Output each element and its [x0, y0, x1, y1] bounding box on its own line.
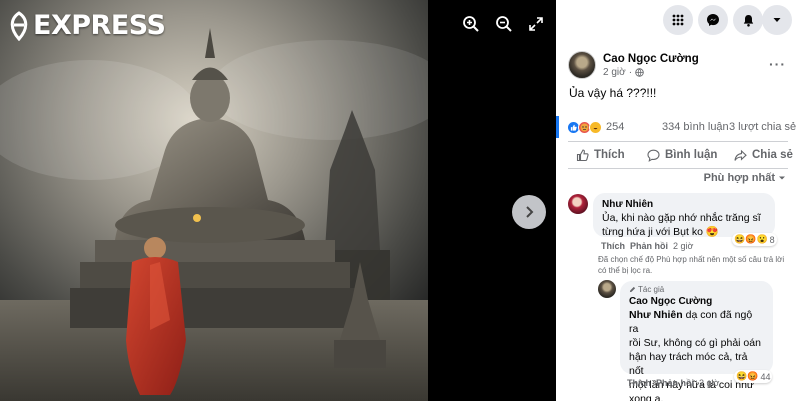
tagged-user[interactable]: Như Nhiên — [629, 309, 683, 321]
express-watermark: EXPRESS — [8, 10, 166, 41]
reply-author-avatar[interactable] — [598, 280, 616, 298]
wow-reaction-icon: 😮 — [756, 234, 768, 244]
reply-bubble: Tác giả Cao Ngọc Cường Như Nhiên dạ con … — [620, 281, 773, 401]
angry-reaction-icon: 😡 — [745, 234, 757, 244]
reply-author-name[interactable]: Cao Ngọc Cường — [629, 295, 764, 308]
author-badge: Tác giả — [629, 284, 764, 295]
grid-menu-icon — [672, 14, 684, 26]
post-actions: Thích Bình luận Chia sẻ — [556, 143, 800, 167]
zoom-out-button[interactable] — [492, 12, 516, 36]
comment-time[interactable]: 2 giờ — [673, 241, 693, 251]
account-button[interactable] — [762, 5, 792, 35]
like-label: Thích — [594, 149, 625, 161]
post-header: Cao Ngọc Cường 2 giờ · — [568, 51, 699, 79]
messenger-button[interactable] — [698, 5, 728, 35]
comment-icon — [647, 149, 660, 162]
sort-label: Phù hợp nhất — [703, 172, 775, 184]
globe-icon — [635, 67, 644, 77]
comment-label: Bình luận — [665, 149, 718, 161]
post-text: Ủa vậy há ???!!! — [569, 86, 657, 100]
thumbs-up-icon — [576, 148, 589, 161]
reply-time[interactable]: 2 giờ — [699, 378, 719, 388]
notice-line: có thể bị lọc ra. — [598, 266, 653, 275]
comment-meta: Thích Phản hồi 2 giờ — [601, 241, 693, 251]
reaction-count[interactable]: 254 — [606, 121, 624, 133]
author-badge-text: Tác giả — [638, 285, 665, 294]
share-button[interactable]: Chia sẻ — [734, 143, 793, 167]
share-count[interactable]: 3 lượt chia sẻ — [729, 121, 796, 133]
dot-separator: · — [628, 66, 633, 78]
author-avatar[interactable] — [568, 51, 596, 79]
accent-bar — [556, 116, 559, 138]
comment-sort-dropdown[interactable]: Phù hợp nhất — [704, 172, 786, 184]
watermark-text: EXPRESS — [33, 10, 166, 41]
angry-reaction-icon: 😡 — [747, 371, 759, 381]
like-button[interactable]: Thích — [576, 143, 625, 167]
express-logo-icon — [10, 10, 28, 41]
reply-meta: Thích Phản hồi 2 giờ — [627, 378, 719, 388]
comment-reply-link[interactable]: Phản hồi — [630, 241, 668, 251]
author-name[interactable]: Cao Ngọc Cường — [603, 52, 699, 66]
chevron-right-icon — [526, 206, 534, 218]
post-photo — [0, 0, 428, 401]
haha-reaction-icon: 😆 — [736, 371, 748, 381]
reply-text-line: Như Nhiên dạ con đã ngộ ra — [629, 309, 753, 335]
divider — [568, 168, 788, 169]
comment-reaction-count: 8 — [769, 234, 775, 245]
zoom-out-icon — [496, 16, 512, 32]
divider — [568, 141, 788, 142]
reaction-icons[interactable] — [567, 120, 602, 134]
messenger-icon — [707, 14, 719, 26]
comment-like-link[interactable]: Thích — [601, 241, 625, 251]
commenter-avatar[interactable] — [568, 194, 588, 214]
comment-reactions[interactable]: 😆 😡 😮 8 — [732, 233, 777, 246]
reply-text-line: rồi Sư, không có gì phải oán — [629, 337, 761, 349]
bell-icon — [743, 14, 753, 27]
photo-viewer: EXPRESS — [0, 0, 556, 401]
reply-like-link[interactable]: Thích — [627, 378, 651, 388]
reply-text-line: xong ạ. — [629, 393, 664, 401]
more-options-icon[interactable]: ··· — [769, 56, 786, 72]
comment-bubble: Như Nhiên Ủa, khi nào gặp nhớ nhắc trăng… — [593, 193, 775, 238]
comment-button[interactable]: Bình luận — [647, 143, 717, 167]
caret-down-icon — [779, 176, 785, 180]
post-timestamp[interactable]: 2 giờ · — [603, 66, 699, 79]
reactions-summary: 254 334 bình luận 3 lượt chia sẻ — [556, 116, 800, 138]
comment-text-line: Ủa, khi nào gặp nhớ nhắc trăng sĩ — [602, 212, 761, 224]
menu-button[interactable] — [663, 5, 693, 35]
haha-reaction-icon: 😆 — [734, 234, 746, 244]
notice-line: Đã chọn chế độ Phù hợp nhất nên một số c… — [598, 255, 785, 264]
commenter-name[interactable]: Như Nhiên — [602, 198, 766, 211]
post-time-text: 2 giờ — [603, 66, 626, 78]
zoom-in-button[interactable] — [459, 12, 483, 36]
reply-reactions[interactable]: 😆 😡 44 — [734, 370, 773, 383]
pen-icon — [629, 286, 636, 293]
zoom-in-icon — [463, 16, 479, 32]
notifications-button[interactable] — [733, 5, 763, 35]
expand-icon — [529, 17, 543, 31]
next-photo-button[interactable] — [512, 195, 546, 229]
share-icon — [734, 149, 747, 161]
comment-count[interactable]: 334 bình luận — [662, 121, 729, 133]
caret-down-icon — [773, 18, 781, 22]
filter-notice: Đã chọn chế độ Phù hợp nhất nên một số c… — [598, 254, 784, 276]
share-label: Chia sẻ — [752, 149, 793, 161]
haha-reaction-icon — [589, 120, 602, 134]
heart-eyes-emoji-icon: 😍 — [705, 226, 719, 238]
fullscreen-button[interactable] — [524, 12, 548, 36]
reply-reaction-count: 44 — [760, 371, 771, 382]
top-bar — [556, 0, 800, 40]
reply-reply-link[interactable]: Phản hồi — [656, 378, 694, 388]
